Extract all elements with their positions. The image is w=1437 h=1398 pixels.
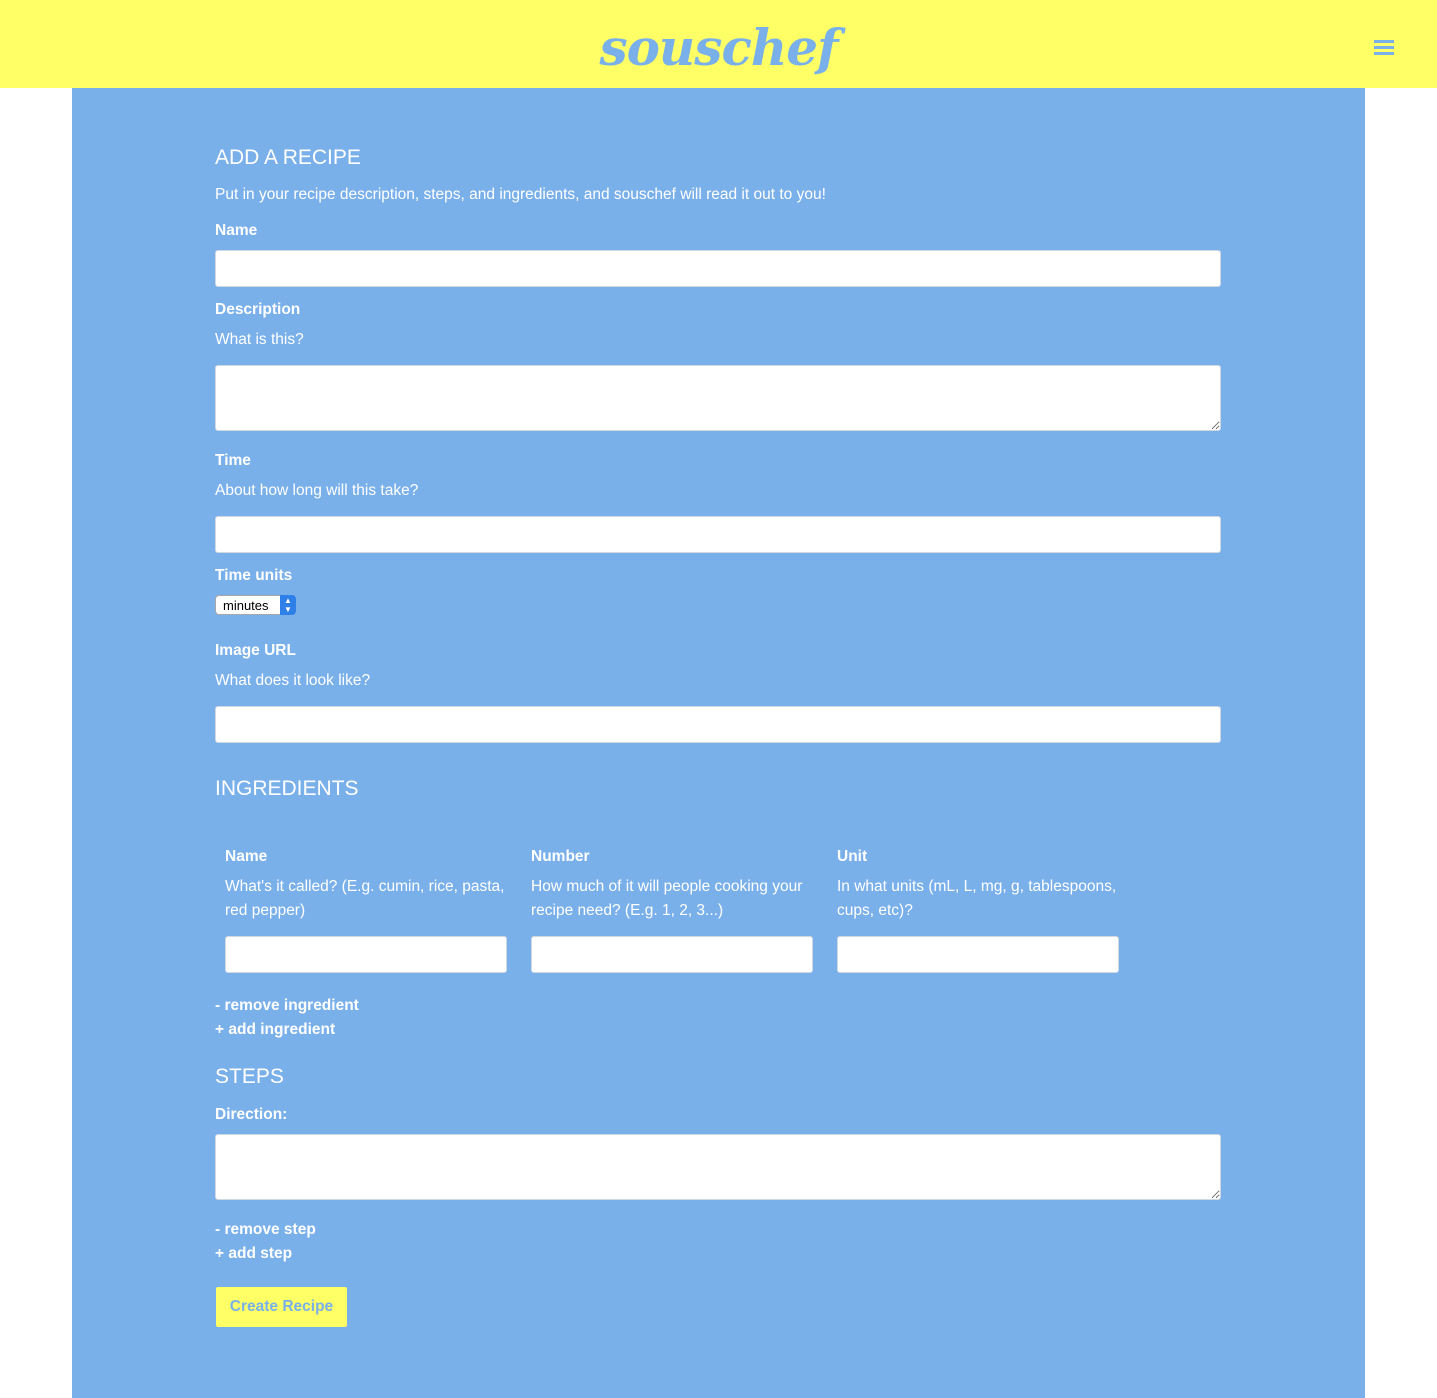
ingredient-number-help: How much of it will people cooking your … (531, 878, 803, 919)
recipe-name-input[interactable] (215, 250, 1221, 287)
remove-ingredient-link[interactable]: - remove ingredient (215, 994, 359, 1018)
page-title: ADD A RECIPE (215, 146, 361, 169)
ingredient-name-label: Name (225, 848, 268, 865)
create-recipe-button[interactable]: Create Recipe (216, 1287, 347, 1327)
name-label: Name (215, 222, 258, 239)
ingredient-unit-label: Unit (837, 848, 868, 865)
select-arrows-icon: ▲ ▼ (280, 595, 296, 615)
logo[interactable]: souschef (0, 18, 1437, 78)
ingredient-number-input[interactable] (531, 936, 813, 973)
image-url-help: What does it look like? (215, 672, 371, 689)
description-help: What is this? (215, 331, 304, 348)
time-units-label: Time units (215, 567, 293, 584)
add-step-link[interactable]: + add step (215, 1242, 292, 1266)
image-url-label: Image URL (215, 642, 296, 659)
description-label: Description (215, 301, 301, 318)
direction-label: Direction: (215, 1106, 288, 1123)
remove-step-link[interactable]: - remove step (215, 1218, 316, 1242)
ingredient-name-help: What's it called? (E.g. cumin, rice, pas… (225, 878, 505, 919)
ingredients-title: INGREDIENTS (215, 777, 359, 800)
direction-textarea[interactable] (215, 1134, 1221, 1200)
steps-title: STEPS (215, 1065, 284, 1088)
ingredient-unit-help: In what units (mL, L, mg, g, tablespoons… (837, 878, 1117, 919)
intro-text: Put in your recipe description, steps, a… (215, 186, 826, 203)
top-bar: souschef (0, 0, 1437, 88)
ingredient-unit-input[interactable] (837, 936, 1119, 973)
time-help: About how long will this take? (215, 482, 419, 499)
time-input[interactable] (215, 516, 1221, 553)
ingredient-name-input[interactable] (225, 936, 507, 973)
time-units-select[interactable]: minutes ▲ ▼ (215, 595, 296, 615)
time-units-selected: minutes (223, 598, 269, 613)
ingredient-number-label: Number (531, 848, 590, 865)
add-recipe-form: ADD A RECIPE Put in your recipe descript… (72, 88, 1365, 1398)
image-url-input[interactable] (215, 706, 1221, 743)
hamburger-menu-icon[interactable] (1372, 38, 1396, 58)
time-label: Time (215, 452, 251, 469)
description-textarea[interactable] (215, 365, 1221, 431)
add-ingredient-link[interactable]: + add ingredient (215, 1018, 335, 1042)
